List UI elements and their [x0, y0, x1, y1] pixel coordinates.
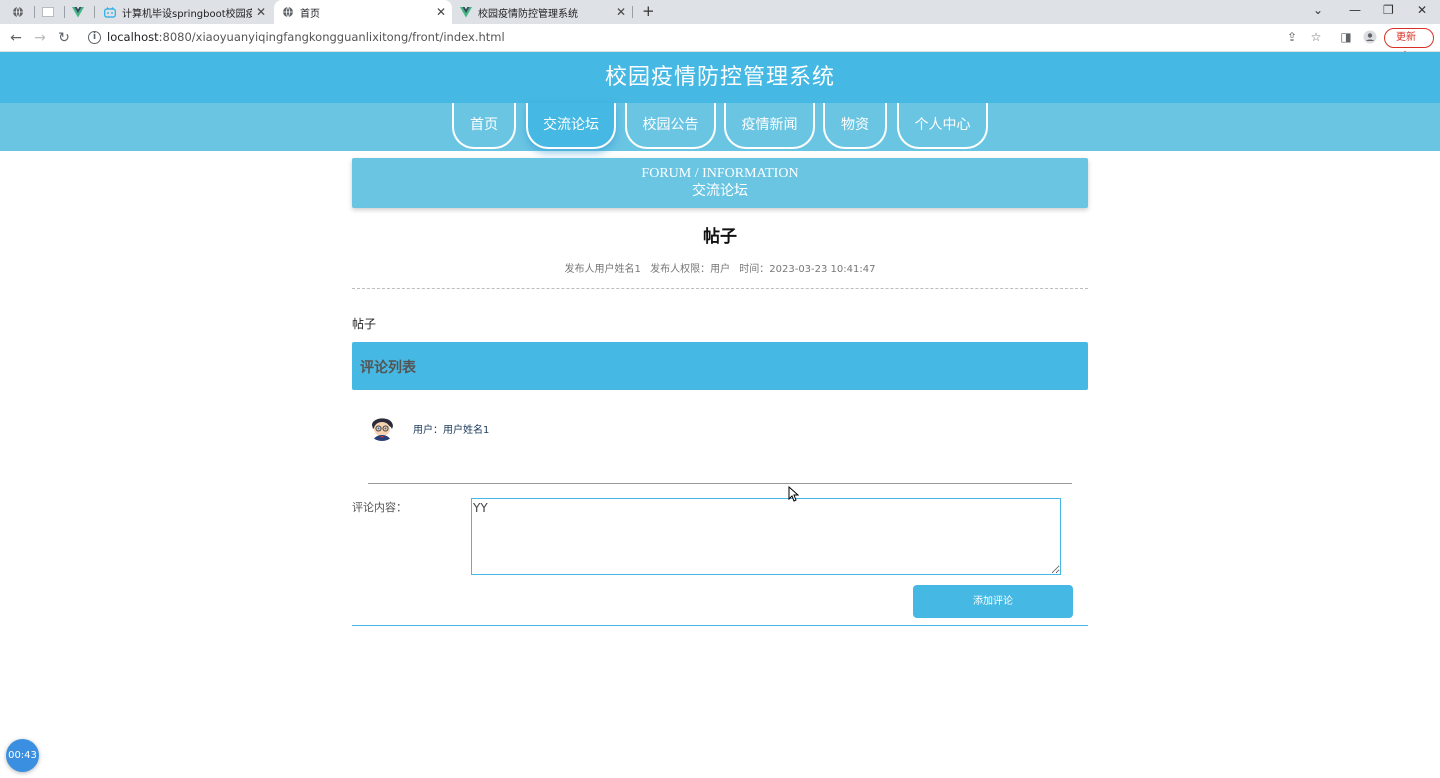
url-path: :8080/xiaoyuanyiqingfangkongguanlixitong…	[158, 30, 505, 44]
tab-pinned-3[interactable]	[72, 0, 94, 24]
tab-system[interactable]: 校园疫情防控管理系统 ✕	[456, 0, 632, 24]
tab-bilibili[interactable]: 计算机毕设springboot校园疫情 ✕	[100, 0, 272, 24]
info-icon[interactable]: i	[88, 31, 101, 44]
comment-user: 用户：用户姓名1	[413, 425, 490, 436]
url-host: localhost	[107, 30, 159, 44]
restore-button[interactable]: ❐	[1383, 3, 1394, 17]
divider	[352, 288, 1088, 289]
comment-content-input[interactable]	[471, 498, 1061, 575]
close-icon[interactable]: ✕	[616, 5, 626, 19]
bilibili-icon	[104, 6, 116, 18]
back-arrow-icon[interactable]: ←	[7, 29, 25, 47]
recording-timer[interactable]: 00:43	[6, 739, 39, 772]
chevron-down-icon[interactable]: ⌄	[1313, 3, 1323, 17]
vue-logo-icon	[72, 6, 84, 18]
globe-icon	[12, 6, 24, 18]
comment-content-label: 评论内容：	[352, 501, 407, 514]
browser-tab-bar: 计算机毕设springboot校园疫情 ✕ 首页 ✕ 校园疫情防控管理系统 ✕ …	[0, 0, 1440, 24]
main-nav: 首页 交流论坛 校园公告 疫情新闻 物资 个人中心	[0, 103, 1440, 151]
url-field[interactable]: localhost:8080/xiaoyuanyiqingfangkonggua…	[107, 30, 505, 44]
tab-pinned-2[interactable]	[42, 0, 64, 24]
divider	[368, 483, 1072, 484]
site-header: 校园疫情防控管理系统	[0, 52, 1440, 103]
post-time: 时间：2023-03-23 10:41:47	[739, 264, 876, 275]
share-icon[interactable]: ⇪	[1284, 30, 1300, 44]
minimize-button[interactable]: —	[1349, 3, 1361, 17]
tab-title: 首页	[300, 8, 320, 20]
nav-home[interactable]: 首页	[452, 103, 516, 149]
banner-chinese: 交流论坛	[692, 183, 748, 199]
tab-title: 计算机毕设springboot校园疫情	[122, 8, 252, 20]
vue-logo-icon	[460, 6, 472, 18]
tab-title: 校园疫情防控管理系统	[478, 8, 578, 20]
reload-icon[interactable]: ↻	[55, 29, 73, 47]
tab-home[interactable]: 首页 ✕	[274, 0, 452, 24]
close-icon[interactable]: ✕	[436, 5, 446, 19]
update-button[interactable]: 更新 ⋮	[1384, 28, 1434, 61]
nav-epidemic-news[interactable]: 疫情新闻	[724, 103, 815, 149]
address-bar: ← → ↻ i localhost:8080/xiaoyuanyiqingfan…	[0, 24, 1440, 61]
tab-pinned-1[interactable]	[12, 0, 34, 24]
comment-list-header: 评论列表	[352, 342, 1088, 390]
section-banner: FORUM / INFORMATION 交流论坛	[352, 158, 1088, 208]
post-meta: 发布人用户姓名1 发布人权限：用户 时间：2023-03-23 10:41:47	[352, 260, 1088, 275]
sidebar-icon[interactable]: ◨	[1338, 30, 1354, 44]
post-author: 发布人用户姓名1	[564, 264, 641, 275]
avatar	[367, 411, 397, 441]
nav-announcements[interactable]: 校园公告	[625, 103, 716, 149]
mouse-cursor-icon	[788, 485, 800, 506]
blank-page-icon	[42, 6, 54, 18]
profile-icon[interactable]	[1362, 30, 1378, 47]
divider	[352, 625, 1088, 626]
window-close-button[interactable]: ✕	[1417, 3, 1427, 17]
new-tab-button[interactable]: +	[642, 2, 655, 20]
banner-english: FORUM / INFORMATION	[641, 166, 799, 181]
globe-icon	[282, 6, 294, 18]
post-role: 发布人权限：用户	[650, 264, 731, 275]
close-icon[interactable]: ✕	[256, 5, 266, 19]
add-comment-button[interactable]: 添加评论	[913, 585, 1073, 618]
update-label: 更新	[1396, 32, 1416, 43]
site-title: 校园疫情防控管理系统	[604, 65, 835, 90]
post-body: 帖子	[352, 317, 377, 331]
star-icon[interactable]: ☆	[1308, 30, 1324, 44]
nav-personal-center[interactable]: 个人中心	[897, 103, 988, 149]
post-title: 帖子	[703, 227, 737, 247]
comment-list-title: 评论列表	[360, 360, 416, 376]
forward-arrow-icon[interactable]: →	[31, 29, 49, 47]
nav-forum[interactable]: 交流论坛	[526, 103, 616, 149]
nav-supplies[interactable]: 物资	[823, 103, 887, 149]
